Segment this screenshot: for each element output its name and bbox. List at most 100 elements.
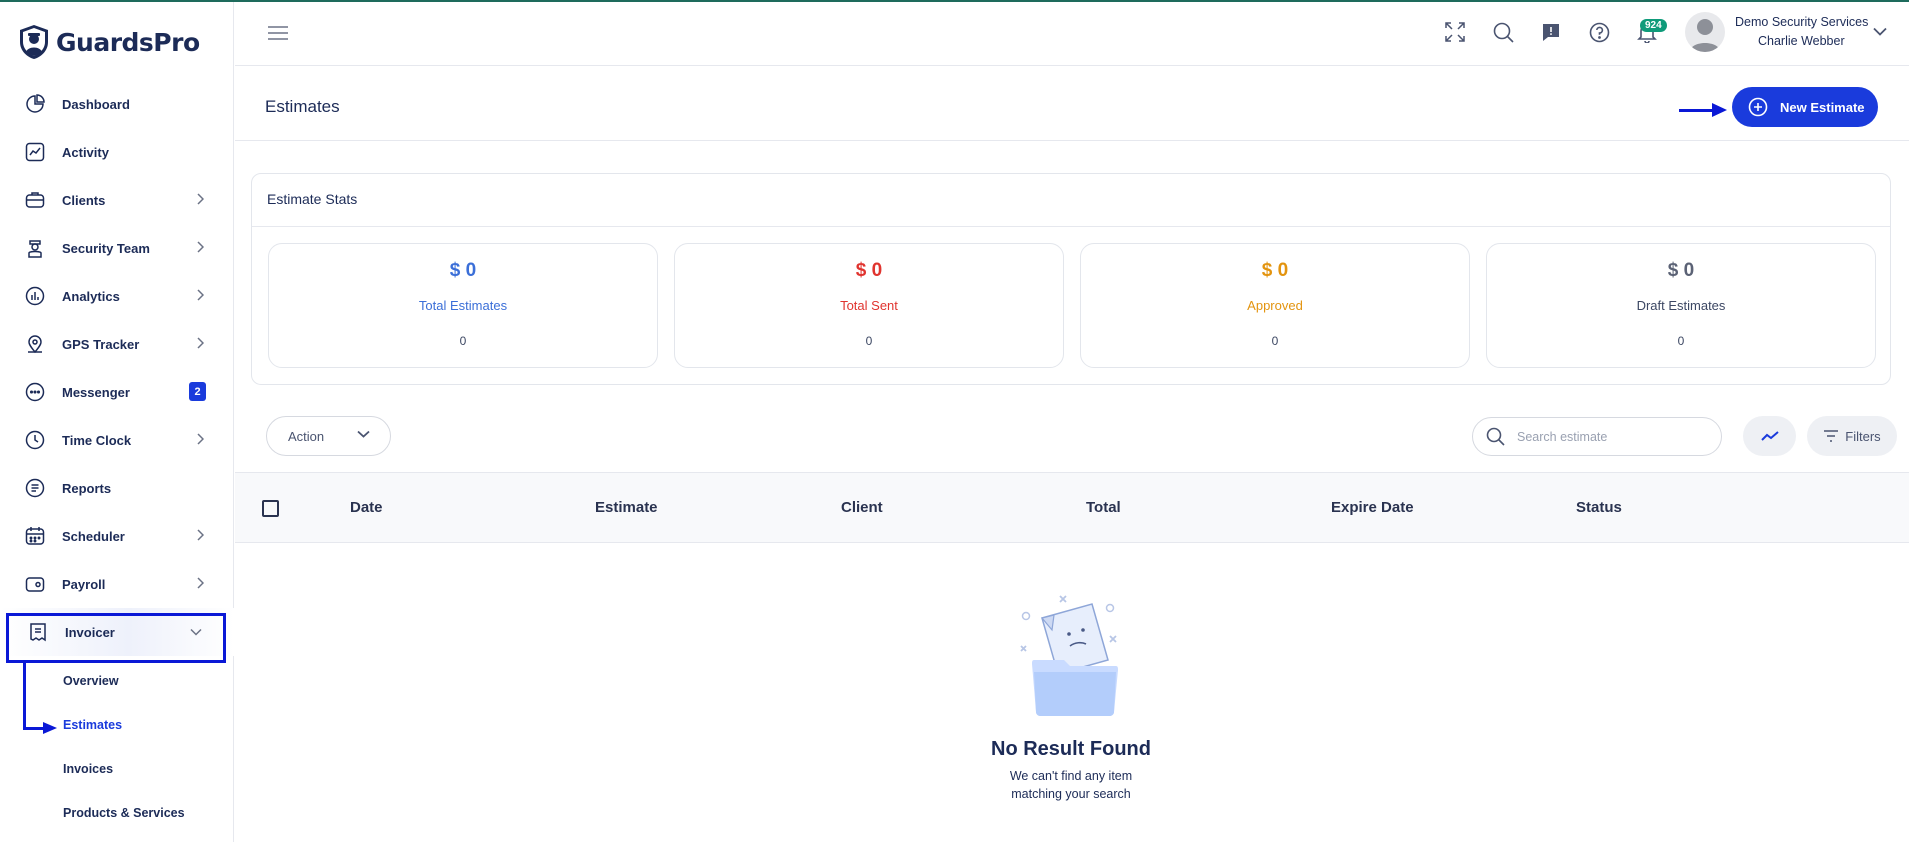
sidebar-item-scheduler[interactable]: Scheduler xyxy=(0,512,234,560)
logo[interactable]: GuardsPro xyxy=(18,24,200,60)
chat-icon xyxy=(24,381,46,403)
search-icon xyxy=(1486,427,1505,446)
sidebar-item-label: Messenger xyxy=(62,384,130,400)
guard-icon xyxy=(24,237,46,259)
chevron-down-icon[interactable] xyxy=(1873,27,1887,36)
chevron-right-icon xyxy=(197,529,204,541)
search-icon[interactable] xyxy=(1493,22,1514,43)
empty-folder-illustration xyxy=(1020,595,1118,716)
avatar[interactable] xyxy=(1685,12,1725,52)
stat-draft-estimates: $ 0 Draft Estimates 0 xyxy=(1486,243,1876,368)
stat-amount: $ 0 xyxy=(855,260,883,281)
filter-icon xyxy=(1824,430,1839,442)
sidebar-item-label: Activity xyxy=(62,144,109,160)
user-silhouette-icon xyxy=(1690,19,1720,52)
chevron-right-icon xyxy=(197,433,204,445)
filters-label: Filters xyxy=(1845,428,1881,444)
filters-button[interactable]: Filters xyxy=(1807,416,1897,456)
annotation-arrow-line xyxy=(23,663,26,730)
sidebar-item-dashboard[interactable]: Dashboard xyxy=(0,80,234,128)
stat-count: 0 xyxy=(1677,334,1685,348)
column-header-status[interactable]: Status xyxy=(1576,499,1622,516)
column-header-date[interactable]: Date xyxy=(350,499,383,516)
divider xyxy=(235,140,1909,141)
new-estimate-button[interactable]: New Estimate xyxy=(1732,87,1878,127)
clock-icon xyxy=(24,429,46,451)
stat-label: Draft Estimates xyxy=(1636,298,1726,313)
empty-state-title: No Result Found xyxy=(991,738,1151,760)
empty-state-line: matching your search xyxy=(1011,787,1131,801)
stat-count: 0 xyxy=(865,334,873,348)
sidebar-item-messenger[interactable]: Messenger 2 xyxy=(0,368,234,416)
messenger-unread-badge: 2 xyxy=(189,382,206,401)
chart-toggle-button[interactable] xyxy=(1743,416,1796,456)
brand-name: GuardsPro xyxy=(56,27,200,57)
annotation-arrow-line xyxy=(1679,109,1715,112)
sidebar-item-label: Analytics xyxy=(62,288,120,304)
search-input[interactable] xyxy=(1517,426,1707,448)
stat-label: Total Estimates xyxy=(418,298,508,313)
chevron-right-icon xyxy=(197,337,204,349)
column-header-total[interactable]: Total xyxy=(1086,499,1121,516)
fullscreen-icon[interactable] xyxy=(1445,22,1465,42)
sidebar-item-label: Dashboard xyxy=(62,96,130,112)
sidebar-item-label: Reports xyxy=(62,480,112,496)
column-header-estimate[interactable]: Estimate xyxy=(595,499,658,516)
stat-total-estimates: $ 0 Total Estimates 0 xyxy=(268,243,658,368)
sidebar-item-gps-tracker[interactable]: GPS Tracker xyxy=(0,320,234,368)
sidebar-subitem-products-services[interactable]: Products & Services xyxy=(63,806,185,820)
action-label: Action xyxy=(288,428,325,444)
chevron-right-icon xyxy=(197,289,204,301)
page-title: Estimates xyxy=(265,97,340,116)
guard-shield-logo-icon xyxy=(20,25,48,59)
highlight-annotation-box xyxy=(6,613,226,663)
stat-label: Total Sent xyxy=(840,298,898,313)
sidebar-item-clients[interactable]: Clients xyxy=(0,176,234,224)
sidebar-item-payroll[interactable]: Payroll xyxy=(0,560,234,608)
map-pin-icon xyxy=(24,333,46,355)
table-header: Date Estimate Client Total Expire Date S… xyxy=(235,472,1909,543)
trend-line-icon xyxy=(1760,431,1779,441)
stat-total-sent: $ 0 Total Sent 0 xyxy=(674,243,1064,368)
activity-chart-icon xyxy=(24,141,46,163)
select-all-checkbox[interactable] xyxy=(262,500,279,517)
user-name: Charlie Webber xyxy=(1758,34,1845,48)
stat-approved: $ 0 Approved 0 xyxy=(1080,243,1470,368)
top-header: 924 Demo Security Services Charlie Webbe… xyxy=(235,2,1909,66)
stat-count: 0 xyxy=(1271,334,1279,348)
annotation-arrow-head xyxy=(1712,103,1727,117)
action-dropdown[interactable]: Action xyxy=(266,416,391,456)
sidebar-item-label: GPS Tracker xyxy=(62,336,140,352)
empty-state-line: We can't find any item xyxy=(1009,769,1133,783)
briefcase-icon xyxy=(24,189,46,211)
column-header-client[interactable]: Client xyxy=(841,499,883,516)
pie-chart-icon xyxy=(24,93,46,115)
wallet-icon xyxy=(24,573,46,595)
feedback-icon[interactable] xyxy=(1541,22,1561,42)
sidebar-item-label: Time Clock xyxy=(62,432,132,448)
sidebar-item-analytics[interactable]: Analytics xyxy=(0,272,234,320)
calendar-icon xyxy=(24,525,46,547)
stat-amount: $ 0 xyxy=(1667,260,1695,281)
report-icon xyxy=(24,477,46,499)
sidebar-item-time-clock[interactable]: Time Clock xyxy=(0,416,234,464)
stat-amount: $ 0 xyxy=(449,260,477,281)
sidebar-item-activity[interactable]: Activity xyxy=(0,128,234,176)
chevron-right-icon xyxy=(197,193,204,205)
new-estimate-label: New Estimate xyxy=(1780,99,1865,115)
stat-count: 0 xyxy=(459,334,467,348)
sidebar-item-security-team[interactable]: Security Team xyxy=(0,224,234,272)
sidebar-subitem-overview[interactable]: Overview xyxy=(63,674,119,688)
search-estimate-field[interactable] xyxy=(1472,417,1722,456)
sidebar: GuardsPro Dashboard Activity Clients Sec… xyxy=(0,2,234,842)
divider xyxy=(252,226,1890,227)
estimate-stats-card: Estimate Stats $ 0 Total Estimates 0 $ 0… xyxy=(251,173,1891,385)
hamburger-menu-icon[interactable] xyxy=(268,26,288,40)
stat-amount: $ 0 xyxy=(1261,260,1289,281)
help-icon[interactable] xyxy=(1589,22,1610,43)
column-header-expire-date[interactable]: Expire Date xyxy=(1331,499,1414,516)
chevron-right-icon xyxy=(197,577,204,589)
sidebar-item-label: Clients xyxy=(62,192,106,208)
sidebar-subitem-estimates[interactable]: Estimates xyxy=(63,718,122,732)
sidebar-item-reports[interactable]: Reports xyxy=(0,464,234,512)
